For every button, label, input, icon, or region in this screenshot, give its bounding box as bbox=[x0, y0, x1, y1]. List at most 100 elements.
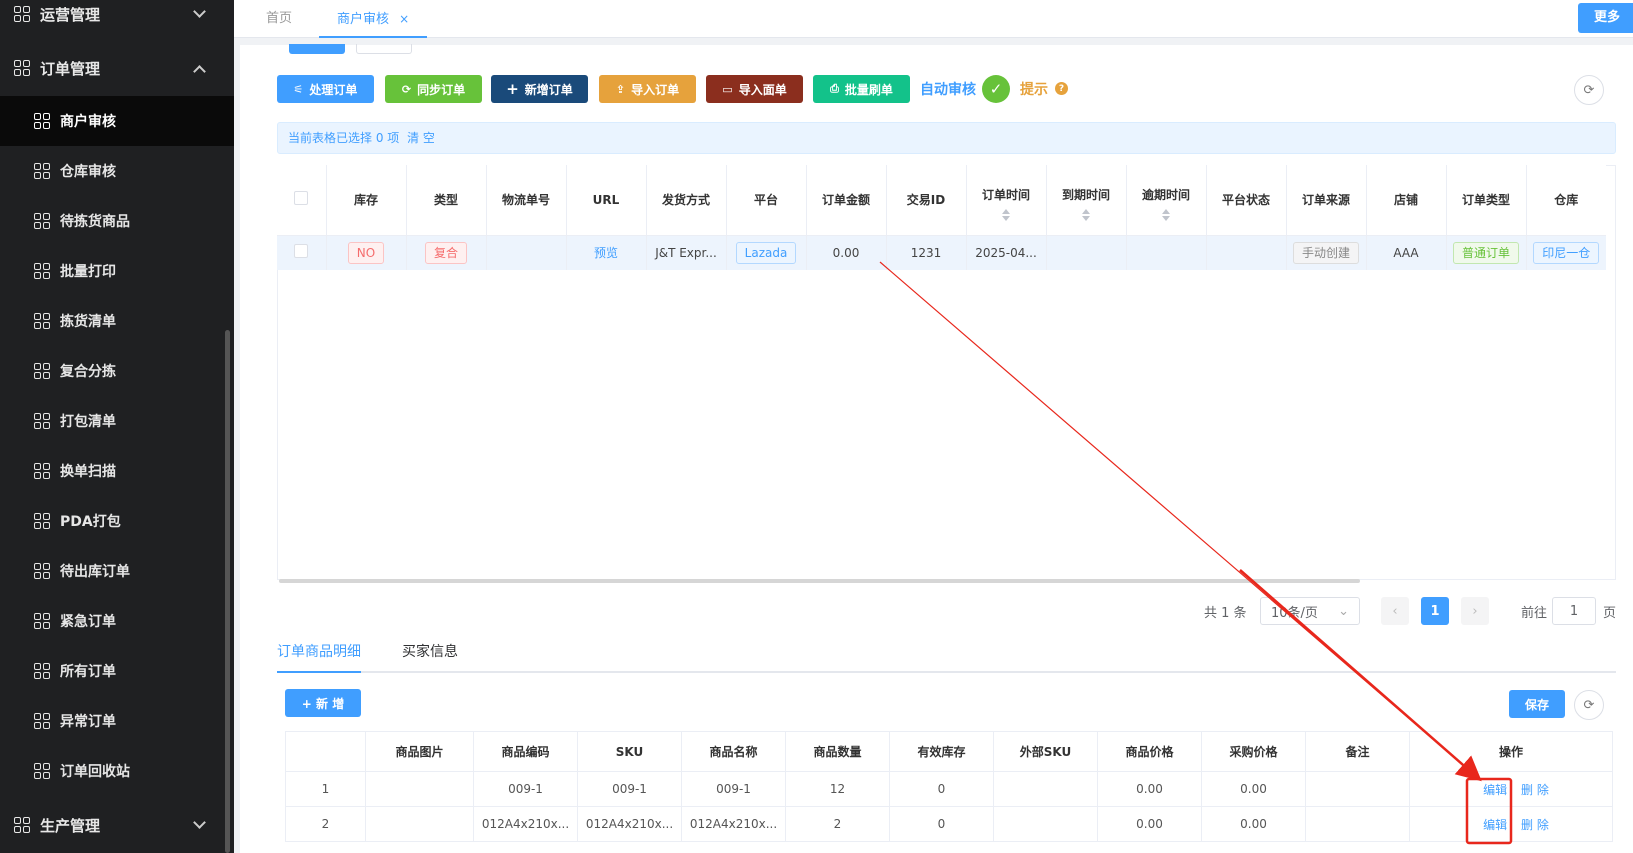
sidebar-item-merchant-review[interactable]: 商户审核 bbox=[0, 96, 234, 146]
save-button[interactable]: 保存 bbox=[1509, 690, 1565, 718]
grid-icon bbox=[34, 763, 50, 779]
batch-refresh-button[interactable]: ⎙ 批量刷单 bbox=[813, 75, 910, 103]
sidebar-scrollbar[interactable] bbox=[225, 330, 230, 853]
source-tag: 手动创建 bbox=[1292, 241, 1359, 264]
order-table: 库存 类型 物流单号 URL 发货方式 平台 订单金额 交易ID 订单时间 到期… bbox=[277, 165, 1606, 270]
refresh-icon[interactable]: ⟳ bbox=[1574, 690, 1604, 720]
remark-cell bbox=[1305, 771, 1410, 807]
grid-icon bbox=[34, 263, 50, 279]
column-header: 商品价格 bbox=[1097, 731, 1202, 772]
import-sheet-button[interactable]: ▭ 导入面单 bbox=[706, 75, 803, 103]
goto-page-input[interactable]: 1 bbox=[1552, 597, 1596, 625]
sidebar-item-label: 待拣货商品 bbox=[60, 214, 130, 230]
due-time-cell bbox=[1046, 235, 1127, 270]
close-icon[interactable]: × bbox=[399, 12, 409, 26]
purchase-cell: 0.00 bbox=[1201, 806, 1306, 842]
sort-icon[interactable] bbox=[1002, 208, 1010, 221]
sidebar-item-batch-print[interactable]: 批量打印 bbox=[0, 246, 234, 296]
column-header: 交易ID bbox=[886, 165, 967, 236]
sidebar-item-swap-scan[interactable]: 换单扫描 bbox=[0, 446, 234, 496]
sidebar: 运营管理 订单管理 商户审核 仓库审核 待拣货商品 批量打印 拣货清单 复合分拣… bbox=[0, 0, 234, 853]
clear-selection-link[interactable]: 清 空 bbox=[407, 131, 435, 145]
sync-order-button[interactable]: ⟳ 同步订单 bbox=[385, 75, 482, 103]
column-header-sortable[interactable]: 逾期时间 bbox=[1126, 165, 1207, 236]
column-header: 操作 bbox=[1409, 731, 1613, 772]
add-order-button[interactable]: + 新增订单 bbox=[491, 75, 588, 103]
ext-sku-cell bbox=[993, 806, 1098, 842]
sidebar-item-label: 批量打印 bbox=[60, 264, 116, 280]
qty-cell: 2 bbox=[785, 806, 890, 842]
help-icon[interactable]: ? bbox=[1055, 82, 1068, 95]
table-row[interactable]: NO 复合 预览 J&T Expr... Lazada 0.00 1231 20… bbox=[277, 235, 1606, 270]
reset-button[interactable] bbox=[356, 44, 412, 54]
warehouse-tag: 印尼一仓 bbox=[1533, 241, 1600, 264]
sidebar-item-label: 换单扫描 bbox=[60, 464, 116, 480]
preview-link[interactable]: 预览 bbox=[594, 246, 618, 260]
sidebar-group-operations[interactable]: 运营管理 bbox=[0, 0, 234, 39]
tab-buyer-info[interactable]: 买家信息 bbox=[402, 640, 458, 673]
tab-merchant-review[interactable]: 商户审核 × bbox=[319, 0, 428, 38]
sidebar-item-pending-outbound[interactable]: 待出库订单 bbox=[0, 546, 234, 596]
sidebar-item-pack-list[interactable]: 打包清单 bbox=[0, 396, 234, 446]
sort-icon[interactable] bbox=[1162, 208, 1170, 221]
column-header: 订单金额 bbox=[806, 165, 887, 236]
sidebar-group-production[interactable]: 生产管理 bbox=[0, 800, 234, 850]
amount-cell: 0.00 bbox=[806, 235, 887, 270]
column-header-sortable[interactable]: 订单时间 bbox=[966, 165, 1047, 236]
delete-link[interactable]: 删 除 bbox=[1521, 818, 1549, 832]
edit-link[interactable]: 编辑 bbox=[1483, 783, 1507, 797]
page-size-select[interactable]: 10条/页 ⌄ bbox=[1260, 597, 1360, 625]
column-header: 订单类型 bbox=[1446, 165, 1527, 236]
purchase-cell: 0.00 bbox=[1201, 771, 1306, 807]
platform-status-cell bbox=[1206, 235, 1287, 270]
select-all-checkbox[interactable] bbox=[294, 191, 309, 206]
sidebar-item-label: 所有订单 bbox=[60, 664, 116, 680]
sidebar-item-pda-pack[interactable]: PDA打包 bbox=[0, 496, 234, 546]
sheet-icon: ▭ bbox=[722, 82, 733, 96]
add-item-button[interactable]: + 新 增 bbox=[285, 689, 361, 717]
image-cell bbox=[365, 806, 474, 842]
sidebar-group-orders[interactable]: 订单管理 bbox=[0, 43, 234, 93]
delete-link[interactable]: 删 除 bbox=[1521, 783, 1549, 797]
auto-review-check-icon[interactable]: ✓ bbox=[982, 75, 1010, 103]
sidebar-item-label: 打包清单 bbox=[60, 414, 116, 430]
process-order-button[interactable]: ⚟ 处理订单 bbox=[277, 75, 374, 103]
sidebar-item-all-orders[interactable]: 所有订单 bbox=[0, 646, 234, 696]
order-table-header: 库存 类型 物流单号 URL 发货方式 平台 订单金额 交易ID 订单时间 到期… bbox=[277, 165, 1606, 236]
code-cell: 012A4x210x... bbox=[473, 806, 578, 842]
tab-home[interactable]: 首页 bbox=[266, 0, 292, 38]
search-button[interactable] bbox=[289, 44, 345, 54]
name-cell: 009-1 bbox=[681, 771, 786, 807]
grid-icon bbox=[14, 60, 30, 76]
table-row[interactable]: 2 012A4x210x... 012A4x210x... 012A4x210x… bbox=[285, 806, 1613, 842]
import-order-button[interactable]: ⇪ 导入订单 bbox=[599, 75, 696, 103]
chevron-up-icon bbox=[193, 65, 206, 78]
row-checkbox[interactable] bbox=[294, 244, 309, 259]
tab-label: 商户审核 bbox=[337, 12, 390, 27]
sidebar-item-label: 仓库审核 bbox=[60, 164, 116, 180]
sidebar-item-pending-pick[interactable]: 待拣货商品 bbox=[0, 196, 234, 246]
sidebar-item-pick-list[interactable]: 拣货清单 bbox=[0, 296, 234, 346]
row-checkbox-cell bbox=[277, 235, 327, 270]
page-number-current[interactable]: 1 bbox=[1421, 597, 1449, 625]
more-button[interactable]: 更多 bbox=[1578, 3, 1633, 33]
tab-order-items[interactable]: 订单商品明细 bbox=[277, 640, 361, 673]
sidebar-item-warehouse-review[interactable]: 仓库审核 bbox=[0, 146, 234, 196]
platform-tag: Lazada bbox=[735, 241, 797, 264]
sidebar-item-abnormal-orders[interactable]: 异常订单 bbox=[0, 696, 234, 746]
refresh-icon[interactable]: ⟳ bbox=[1574, 75, 1604, 105]
table-row[interactable]: 1 009-1 009-1 009-1 12 0 0.00 0.00 编辑 删 … bbox=[285, 771, 1613, 807]
edit-link[interactable]: 编辑 bbox=[1483, 818, 1507, 832]
selection-info-bar: 当前表格已选择 0 项 清 空 bbox=[277, 122, 1616, 154]
column-header-sortable[interactable]: 到期时间 bbox=[1046, 165, 1127, 236]
column-header: 平台状态 bbox=[1206, 165, 1287, 236]
shop-cell: AAA bbox=[1366, 235, 1447, 270]
next-page-button[interactable]: › bbox=[1461, 597, 1489, 625]
sidebar-item-composite-sort[interactable]: 复合分拣 bbox=[0, 346, 234, 396]
sidebar-item-order-recycle[interactable]: 订单回收站 bbox=[0, 746, 234, 796]
horizontal-scrollbar[interactable] bbox=[279, 579, 1360, 583]
sort-icon[interactable] bbox=[1082, 208, 1090, 221]
name-cell: 012A4x210x... bbox=[681, 806, 786, 842]
prev-page-button[interactable]: ‹ bbox=[1381, 597, 1409, 625]
sidebar-item-urgent-orders[interactable]: 紧急订单 bbox=[0, 596, 234, 646]
